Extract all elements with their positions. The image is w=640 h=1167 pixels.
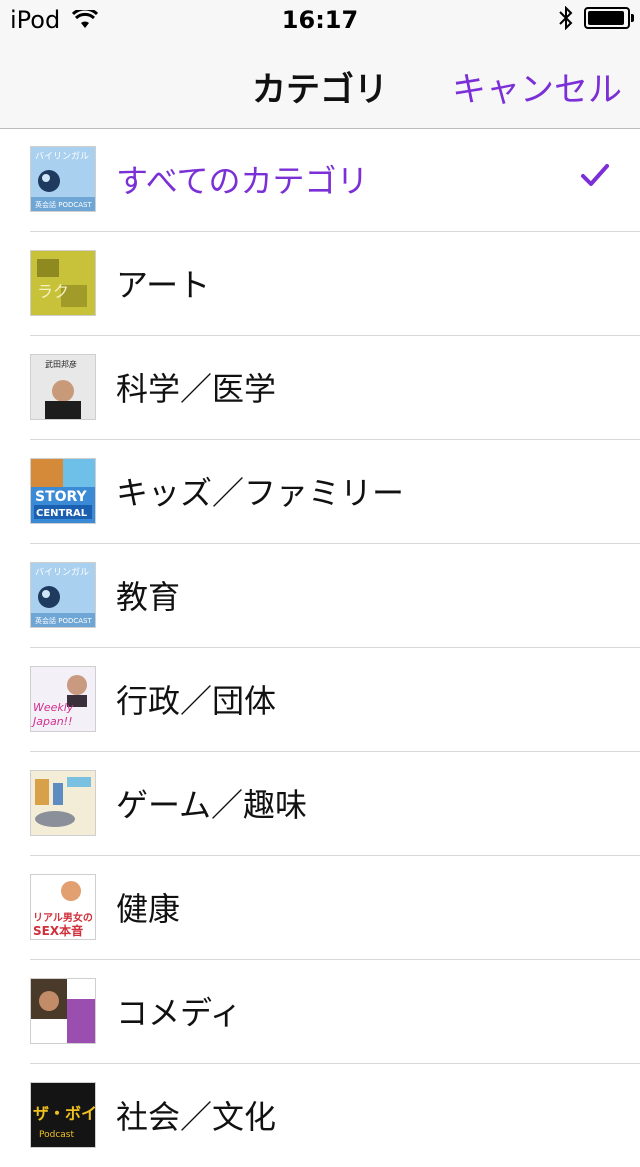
svg-text:英会話 PODCAST: 英会話 PODCAST [35,200,92,209]
category-row-comedy[interactable]: コメディ [30,960,640,1064]
category-thumbnail: ザ・ボイス Podcast [30,1082,96,1148]
category-row-society[interactable]: ザ・ボイス Podcast 社会／文化 [30,1064,640,1167]
category-label: 行政／団体 [116,682,277,720]
category-thumbnail [30,770,96,836]
category-thumbnail: STORY CENTRAL [30,458,96,524]
category-label: コメディ [116,994,242,1032]
category-thumbnail: バイリンガル 英会話 PODCAST [30,146,96,212]
category-label: アート [116,266,211,304]
category-row-games[interactable]: ゲーム／趣味 [30,752,640,856]
svg-text:英会話 PODCAST: 英会話 PODCAST [35,616,92,625]
svg-text:バイリンガル: バイリンガル [35,151,89,162]
category-label: 健康 [116,890,181,928]
category-row-kids[interactable]: STORY CENTRAL キッズ／ファミリー [30,440,640,544]
category-thumbnail: リアル男女の SEX本音 [30,874,96,940]
category-thumbnail: 武田邦彦 [30,354,96,420]
svg-text:SEX本音: SEX本音 [33,923,83,938]
battery-icon [584,7,634,29]
status-time: 16:17 [281,6,359,34]
category-label: キッズ／ファミリー [116,474,405,512]
cancel-button[interactable]: キャンセル [452,62,622,111]
category-label: 教育 [116,578,181,616]
checkmark-icon [581,164,609,186]
category-list: バイリンガル 英会話 PODCAST すべてのカテゴリ ラク アート 武田邦彦 … [0,128,640,1167]
category-row-health[interactable]: リアル男女の SEX本音 健康 [30,856,640,960]
category-thumbnail: バイリンガル 英会話 PODCAST [30,562,96,628]
category-label: 社会／文化 [116,1098,277,1136]
category-label: ゲーム／趣味 [116,786,308,824]
navigation-bar: カテゴリ キャンセル [0,40,640,129]
svg-text:CENTRAL: CENTRAL [36,508,88,519]
svg-text:ザ・ボイス: ザ・ボイス [33,1104,95,1123]
category-row-education[interactable]: バイリンガル 英会話 PODCAST 教育 [30,544,640,648]
svg-text:STORY: STORY [35,489,88,505]
category-row-government[interactable]: Weekly Japan!! 行政／団体 [30,648,640,752]
svg-text:Japan!!: Japan!! [31,715,73,728]
category-row-science[interactable]: 武田邦彦 科学／医学 [30,336,640,440]
category-row-all[interactable]: バイリンガル 英会話 PODCAST すべてのカテゴリ [30,128,640,232]
category-thumbnail: Weekly Japan!! [30,666,96,732]
svg-text:Podcast: Podcast [39,1130,74,1140]
bluetooth-icon [559,6,573,30]
svg-text:バイリンガル: バイリンガル [35,567,89,578]
category-row-art[interactable]: ラク アート [30,232,640,336]
svg-text:リアル男女の: リアル男女の [33,911,93,924]
category-thumbnail: ラク [30,250,96,316]
category-thumbnail [30,978,96,1044]
svg-text:Weekly: Weekly [33,701,74,714]
status-bar: iPod 16:17 [0,0,640,40]
svg-text:武田邦彦: 武田邦彦 [45,359,77,369]
category-label: すべてのカテゴリ [116,162,369,200]
category-label: 科学／医学 [116,370,277,408]
svg-text:ラク: ラク [37,282,69,301]
